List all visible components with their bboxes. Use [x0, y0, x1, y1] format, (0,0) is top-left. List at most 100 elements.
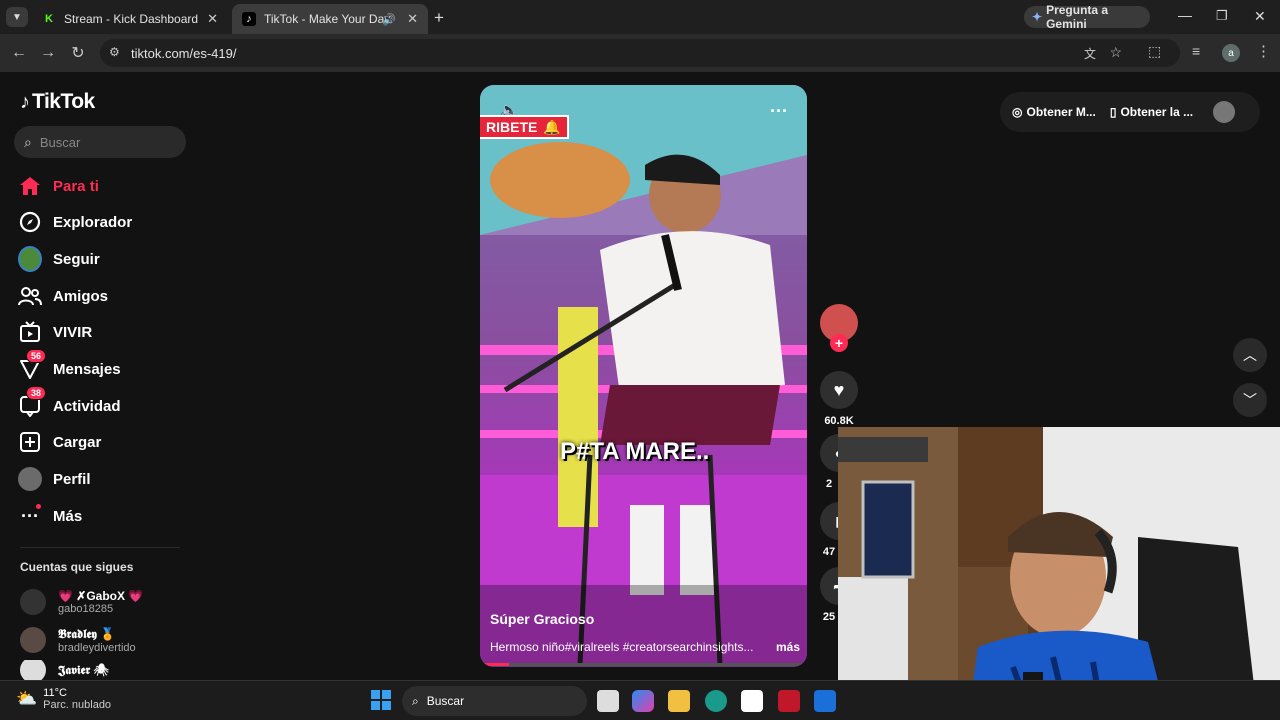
sidebar: ♪ TikTok ⌕ Buscar Para ti Explorador Seg…	[0, 72, 200, 680]
task-view-icon[interactable]	[597, 690, 619, 712]
search-icon: ⌕	[24, 133, 32, 150]
avatar	[20, 660, 46, 680]
following-title: Cuentas que sigues	[20, 560, 134, 574]
cloud-sun-icon: ⛅	[16, 689, 38, 708]
copilot-icon[interactable]	[632, 690, 654, 712]
reload-icon[interactable]: ↻	[68, 43, 88, 63]
address-bar[interactable]: ⚙ tiktok.com/es-419/ 文 ☆	[100, 39, 1180, 67]
nav-para-ti[interactable]: Para ti	[18, 171, 99, 201]
nav-actividad[interactable]: 38 Actividad	[18, 386, 121, 421]
creator-avatar[interactable]: +	[820, 304, 858, 352]
nav-perfil[interactable]: Perfil	[18, 464, 91, 494]
restore-button[interactable]: ❐	[1216, 8, 1228, 24]
media-control-icon[interactable]: ≡	[1192, 43, 1200, 59]
search-icon: ⌕	[412, 693, 419, 708]
home-icon	[18, 174, 42, 198]
subscribe-banner: RIBETE 🔔	[480, 115, 569, 139]
nav-mensajes[interactable]: 56 Mensajes	[18, 349, 121, 384]
following-account[interactable]: 💗 ✗GaboX 💗 gabo18285	[20, 585, 143, 619]
share-button[interactable]: ➦ 25	[820, 567, 838, 623]
window-close-button[interactable]: ✕	[1254, 8, 1266, 25]
windows-taskbar: ⛅ 11°C Parc. nublado ⌕ Buscar	[0, 680, 1280, 720]
sidebar-divider	[20, 547, 180, 548]
translate-icon[interactable]: 文	[1084, 45, 1096, 62]
following-account[interactable]: 𝕵𝖆𝖛𝖎𝖊𝖗 🕷	[20, 660, 109, 680]
bell-icon: 🔔	[543, 118, 561, 135]
upload-icon	[18, 430, 42, 454]
get-app-button[interactable]: ◎ Obtener M...	[1012, 105, 1096, 119]
gemini-button[interactable]: ✦ Pregunta a Gemini	[1024, 3, 1150, 31]
nav-vivir[interactable]: VIVIR	[18, 317, 92, 347]
kick-icon: K	[42, 12, 56, 26]
live-tv-icon	[18, 320, 42, 344]
follow-plus-icon[interactable]: +	[830, 334, 848, 352]
video-caption-overlay: P#TA MARE..	[560, 438, 710, 465]
activity-badge: 38	[26, 386, 47, 400]
top-right-actions: ◎ Obtener M... ▯ Obtener la ...	[1000, 92, 1260, 132]
following-account[interactable]: 𝕭𝖗𝖆𝖉𝖑𝖊𝖞 🏅 bradleydivertido	[20, 623, 136, 657]
like-count: 60.8K	[824, 415, 854, 427]
taskbar-search[interactable]: ⌕ Buscar	[402, 686, 587, 716]
activity-icon: 38	[18, 386, 47, 418]
extensions-icon[interactable]: ⬚	[1148, 43, 1161, 60]
video-progress-bar[interactable]	[480, 663, 807, 666]
scroll-up-button[interactable]: ︿	[1233, 338, 1267, 372]
mail-icon[interactable]	[814, 690, 836, 712]
browser-menu-icon[interactable]: ⋮	[1256, 42, 1271, 60]
tab-tiktok[interactable]: ♪ TikTok - Make Your Day 🔊 ✕	[232, 4, 428, 34]
more-link[interactable]: más	[776, 640, 800, 654]
get-desktop-app-button[interactable]: ▯ Obtener la ...	[1110, 105, 1193, 119]
new-tab-button[interactable]: +	[434, 8, 444, 28]
forward-icon[interactable]: →	[38, 43, 58, 63]
browser-tab-bar: ▼ K Stream - Kick Dashboard ✕ ♪ TikTok -…	[0, 0, 1280, 34]
nav-amigos[interactable]: Amigos	[18, 281, 108, 311]
heart-icon: ♥	[820, 371, 858, 409]
tiktok-note-icon: ♪	[20, 90, 30, 113]
comment-button[interactable]: ● 2	[820, 434, 838, 490]
nav-mas[interactable]: ··· Más	[18, 501, 82, 531]
bookmark-star-icon[interactable]: ☆	[1109, 44, 1122, 61]
tiktok-icon: ♪	[242, 12, 256, 26]
nav-cargar[interactable]: Cargar	[18, 427, 101, 457]
audio-playing-icon[interactable]: 🔊	[382, 13, 396, 26]
webcam-overlay	[838, 427, 1280, 720]
back-icon[interactable]: ←	[9, 43, 29, 63]
nav-explorador[interactable]: Explorador	[18, 207, 132, 237]
nav-seguir[interactable]: Seguir	[18, 244, 100, 274]
following-avatar-icon	[18, 246, 42, 272]
video-player[interactable]: 🔈 ··· RIBETE 🔔 P#TA MARE.. Súper Gracios…	[480, 85, 807, 667]
messages-badge: 56	[26, 349, 47, 363]
gemini-icon: ✦	[1032, 10, 1043, 24]
scroll-down-button[interactable]: ﹀	[1233, 383, 1267, 417]
coin-icon: ◎	[1012, 105, 1023, 119]
phone-icon: ▯	[1109, 105, 1117, 119]
store-icon[interactable]	[741, 690, 763, 712]
profile-avatar-icon	[18, 467, 42, 491]
tiktok-logo[interactable]: ♪ TikTok	[20, 90, 95, 114]
bookmark-button[interactable]: ▮ 47	[820, 502, 838, 558]
friends-icon	[18, 284, 42, 308]
video-author[interactable]: Súper Gracioso	[490, 611, 594, 627]
edge-icon[interactable]	[705, 690, 727, 712]
tab-title: Stream - Kick Dashboard	[64, 12, 199, 26]
weather-widget[interactable]: ⛅ 11°C Parc. nublado	[16, 687, 111, 711]
profile-avatar[interactable]: a	[1222, 44, 1240, 62]
compass-icon	[18, 210, 42, 234]
messages-icon: 56	[18, 349, 47, 381]
close-icon[interactable]: ✕	[407, 11, 418, 27]
video-menu-icon[interactable]: ···	[770, 101, 788, 122]
close-icon[interactable]: ✕	[207, 11, 218, 27]
site-info-icon[interactable]: ⚙	[109, 45, 120, 59]
avatar	[20, 627, 46, 653]
minimize-button[interactable]: —	[1178, 7, 1192, 23]
start-button[interactable]	[371, 690, 391, 710]
more-dots-icon: ···	[18, 504, 42, 528]
tab-search-button[interactable]: ▼	[6, 7, 28, 27]
user-avatar[interactable]	[1213, 101, 1236, 123]
video-progress-fill	[480, 663, 510, 666]
tab-kick[interactable]: K Stream - Kick Dashboard ✕	[32, 4, 228, 34]
mcafee-icon[interactable]	[778, 690, 800, 712]
search-input[interactable]: ⌕ Buscar	[14, 126, 186, 158]
file-explorer-icon[interactable]	[668, 690, 690, 712]
like-button[interactable]: ♥ 60.8K	[820, 371, 858, 427]
